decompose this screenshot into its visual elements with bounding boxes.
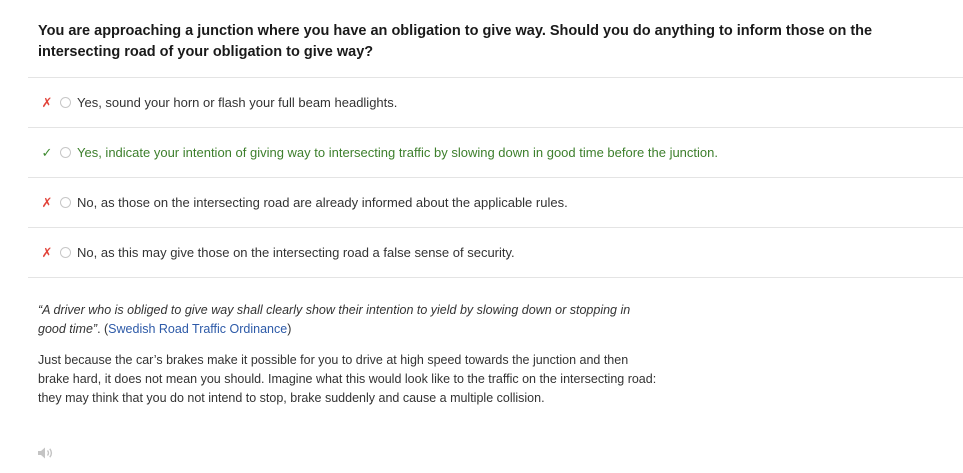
wrong-mark-icon: ✗ <box>41 194 53 210</box>
answer-option-label: Yes, indicate your intention of giving w… <box>77 145 718 160</box>
explanation-quote: “A driver who is obliged to give way sha… <box>38 301 658 339</box>
explanation-paragraph: Just because the car’s brakes make it po… <box>38 353 657 405</box>
source-link[interactable]: Swedish Road Traffic Ordinance <box>108 322 287 336</box>
correct-mark-icon: ✓ <box>41 144 53 160</box>
radio-button[interactable] <box>60 97 71 108</box>
answer-option-2[interactable]: ✓ Yes, indicate your intention of giving… <box>28 128 963 178</box>
radio-button[interactable] <box>60 247 71 258</box>
speaker-icon[interactable] <box>37 446 57 460</box>
answer-option-4[interactable]: ✗ No, as this may give those on the inte… <box>28 228 963 278</box>
answer-option-label: No, as this may give those on the inters… <box>77 245 515 260</box>
radio-button[interactable] <box>60 147 71 158</box>
answer-options: ✗ Yes, sound your horn or flash your ful… <box>28 77 963 278</box>
question-text: You are approaching a junction where you… <box>38 23 873 60</box>
quote-separator: . ( <box>97 322 109 336</box>
answer-option-1[interactable]: ✗ Yes, sound your horn or flash your ful… <box>28 78 963 128</box>
answer-option-label: Yes, sound your horn or flash your full … <box>77 95 398 110</box>
answer-option-label: No, as those on the intersecting road ar… <box>77 195 568 210</box>
quote-close: ) <box>287 322 292 336</box>
explanation: “A driver who is obliged to give way sha… <box>38 301 658 408</box>
wrong-mark-icon: ✗ <box>41 244 53 260</box>
answer-option-3[interactable]: ✗ No, as those on the intersecting road … <box>28 178 963 228</box>
wrong-mark-icon: ✗ <box>41 94 53 110</box>
speaker-icon-graphic <box>38 447 53 459</box>
radio-button[interactable] <box>60 197 71 208</box>
